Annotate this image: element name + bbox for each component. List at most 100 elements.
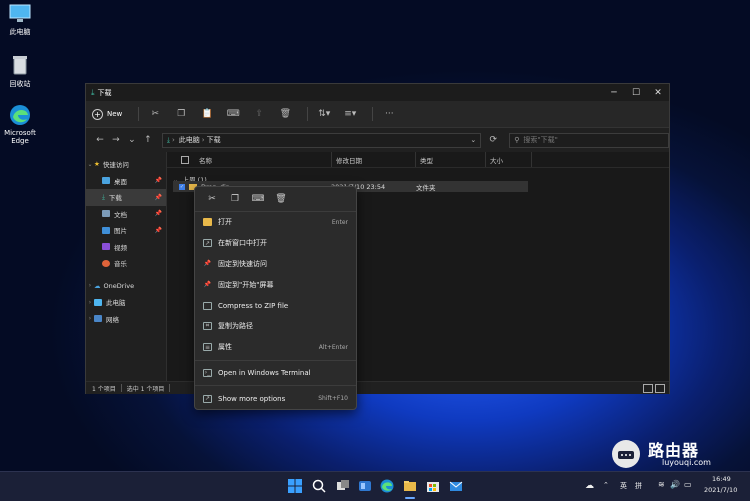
store-icon[interactable] <box>426 479 440 493</box>
select-all-checkbox[interactable] <box>181 155 189 164</box>
breadcrumb-downloads[interactable]: 下载 <box>207 135 221 145</box>
sidebar-item-this-pc[interactable]: › 此电脑 <box>86 294 166 311</box>
clock-time[interactable]: 16:49 <box>712 475 731 483</box>
divider <box>169 384 171 392</box>
wifi-icon[interactable]: ≋ <box>658 480 665 489</box>
menu-item-pin-quick-access[interactable]: 📌 固定到快速访问 <box>195 254 356 275</box>
copy-button[interactable]: ❐ <box>171 105 191 123</box>
search-input[interactable]: ⚲ 搜索"下载" <box>509 132 669 148</box>
sidebar-item-onedrive[interactable]: › ☁ OneDrive <box>86 278 166 295</box>
desktop-icon-edge[interactable]: Microsoft Edge <box>0 104 48 145</box>
column-modified-label: 修改日期 <box>336 156 362 165</box>
desktop-icon-this-pc[interactable]: 此电脑 <box>0 4 48 37</box>
sidebar-item-documents[interactable]: 文档 📌 <box>86 206 166 223</box>
chevron-right-icon[interactable]: › <box>86 315 94 322</box>
view-button[interactable]: ≡▾ <box>340 105 360 123</box>
copy-icon[interactable]: ❐ <box>226 194 244 204</box>
network-icon <box>94 315 102 323</box>
menu-item-properties[interactable]: ≡ 属性 Alt+Enter <box>195 337 356 358</box>
search-icon[interactable] <box>312 479 326 493</box>
sidebar-item-desktop[interactable]: 桌面 📌 <box>86 173 166 190</box>
divider <box>138 107 140 121</box>
delete-icon[interactable]: 🗑 <box>272 194 290 204</box>
chevron-right-icon[interactable]: › <box>86 299 94 306</box>
title-bar[interactable]: ⤓ 下载 ─ ☐ ✕ <box>86 84 669 101</box>
paste-button[interactable]: 📋 <box>197 105 217 123</box>
sidebar-item-videos[interactable]: 视频 <box>86 239 166 256</box>
rename-button[interactable]: ⌨ <box>223 105 243 123</box>
ime-mode[interactable]: 拼 <box>635 481 642 491</box>
share-button[interactable]: ⇪ <box>249 105 269 123</box>
details-view-button[interactable] <box>643 383 653 393</box>
column-size[interactable]: 大小 <box>486 152 532 167</box>
pin-icon: 📌 <box>203 281 212 289</box>
maximize-button[interactable]: ☐ <box>625 88 647 98</box>
chevron-down-icon[interactable]: ⌄ <box>470 136 476 144</box>
sidebar-item-label: 网络 <box>106 315 119 324</box>
breadcrumb-separator: › <box>201 136 205 144</box>
menu-item-open-terminal[interactable]: ›_ Open in Windows Terminal <box>195 363 356 384</box>
new-button[interactable]: + New <box>92 105 122 123</box>
menu-item-compress-zip[interactable]: Compress to ZIP file <box>195 295 356 316</box>
tiles-view-button[interactable] <box>655 383 665 393</box>
column-type[interactable]: 类型 <box>416 152 486 167</box>
sidebar-item-pictures[interactable]: 图片 📌 <box>86 222 166 239</box>
cut-button[interactable]: ✂ <box>145 105 165 123</box>
sidebar-item-network[interactable]: › 网络 <box>86 311 166 328</box>
mail-icon[interactable] <box>449 479 463 493</box>
pin-icon: 📌 <box>154 210 162 218</box>
breadcrumb-this-pc[interactable]: 此电脑 <box>179 135 200 145</box>
sort-button[interactable]: ⇅▾ <box>314 105 334 123</box>
widgets-icon[interactable] <box>358 479 372 493</box>
battery-icon[interactable]: ▭ <box>684 480 692 489</box>
close-button[interactable]: ✕ <box>647 88 669 98</box>
pictures-icon <box>102 226 110 234</box>
menu-item-open[interactable]: 打开 Enter <box>195 212 356 233</box>
chevron-down-icon[interactable]: ⌄ <box>86 161 94 168</box>
file-explorer-icon[interactable] <box>403 479 417 493</box>
rename-icon[interactable]: ⌨ <box>249 194 267 204</box>
sidebar-item-quick-access[interactable]: ⌄ ★ 快速访问 <box>86 156 166 173</box>
menu-item-open-new-window[interactable]: ↗ 在新窗口中打开 <box>195 233 356 254</box>
row-checkbox[interactable]: ✓ <box>179 183 185 190</box>
back-button[interactable]: ← <box>92 135 108 145</box>
start-icon[interactable] <box>288 479 302 493</box>
minimize-button[interactable]: ─ <box>603 88 625 98</box>
show-hidden-icons[interactable]: ⌃ <box>603 481 609 489</box>
sidebar-item-downloads[interactable]: ⤓ 下载 📌 <box>86 189 166 206</box>
weather-icon[interactable]: ☁ <box>585 481 594 491</box>
ime-language[interactable]: 英 <box>620 481 627 491</box>
menu-item-pin-start[interactable]: 📌 固定到"开始"屏幕 <box>195 274 356 295</box>
watermark-logo <box>612 440 640 468</box>
cut-icon[interactable]: ✂ <box>203 194 221 204</box>
column-modified[interactable]: 修改日期 <box>331 152 416 167</box>
desktop-icon-recycle-bin[interactable]: 回收站 <box>0 54 48 89</box>
column-type-label: 类型 <box>420 156 433 165</box>
edge-icon[interactable] <box>380 479 394 493</box>
more-options-button[interactable]: ··· <box>379 105 399 123</box>
refresh-button[interactable]: ⟳ <box>485 135 501 145</box>
monitor-icon <box>9 4 31 22</box>
router-icon <box>618 451 634 459</box>
task-view-icon[interactable] <box>336 479 350 493</box>
recent-locations-button[interactable]: ⌄ <box>124 135 140 145</box>
monitor-icon <box>94 298 102 306</box>
menu-item-copy-path[interactable]: ⌗ 复制为路径 <box>195 316 356 337</box>
sidebar-item-label: OneDrive <box>103 281 135 290</box>
column-name[interactable]: 名称 <box>195 152 331 167</box>
menu-item-show-more-options[interactable]: ↗ Show more options Shift+F10 <box>195 388 356 409</box>
sidebar-item-label: 图片 <box>114 227 127 236</box>
forward-button[interactable]: → <box>108 135 124 145</box>
up-button[interactable]: ↑ <box>140 135 156 145</box>
sidebar-item-label: 此电脑 <box>106 299 126 308</box>
menu-item-shortcut: Alt+Enter <box>318 343 348 351</box>
download-icon: ⤓ <box>102 192 105 201</box>
volume-icon[interactable]: 🔊 <box>670 480 680 489</box>
delete-button[interactable]: 🗑 <box>275 105 295 123</box>
clock-date[interactable]: 2021/7/10 <box>704 486 737 494</box>
chevron-right-icon[interactable]: › <box>86 282 94 289</box>
address-bar[interactable]: ⤓ › 此电脑 › 下载 ⌄ <box>161 132 482 148</box>
sidebar-item-music[interactable]: 音乐 <box>86 255 166 272</box>
address-bar-row: ← → ⌄ ↑ ⤓ › 此电脑 › 下载 ⌄ ⟳ ⚲ 搜索"下载" <box>86 128 669 152</box>
column-name-label: 名称 <box>199 156 212 165</box>
